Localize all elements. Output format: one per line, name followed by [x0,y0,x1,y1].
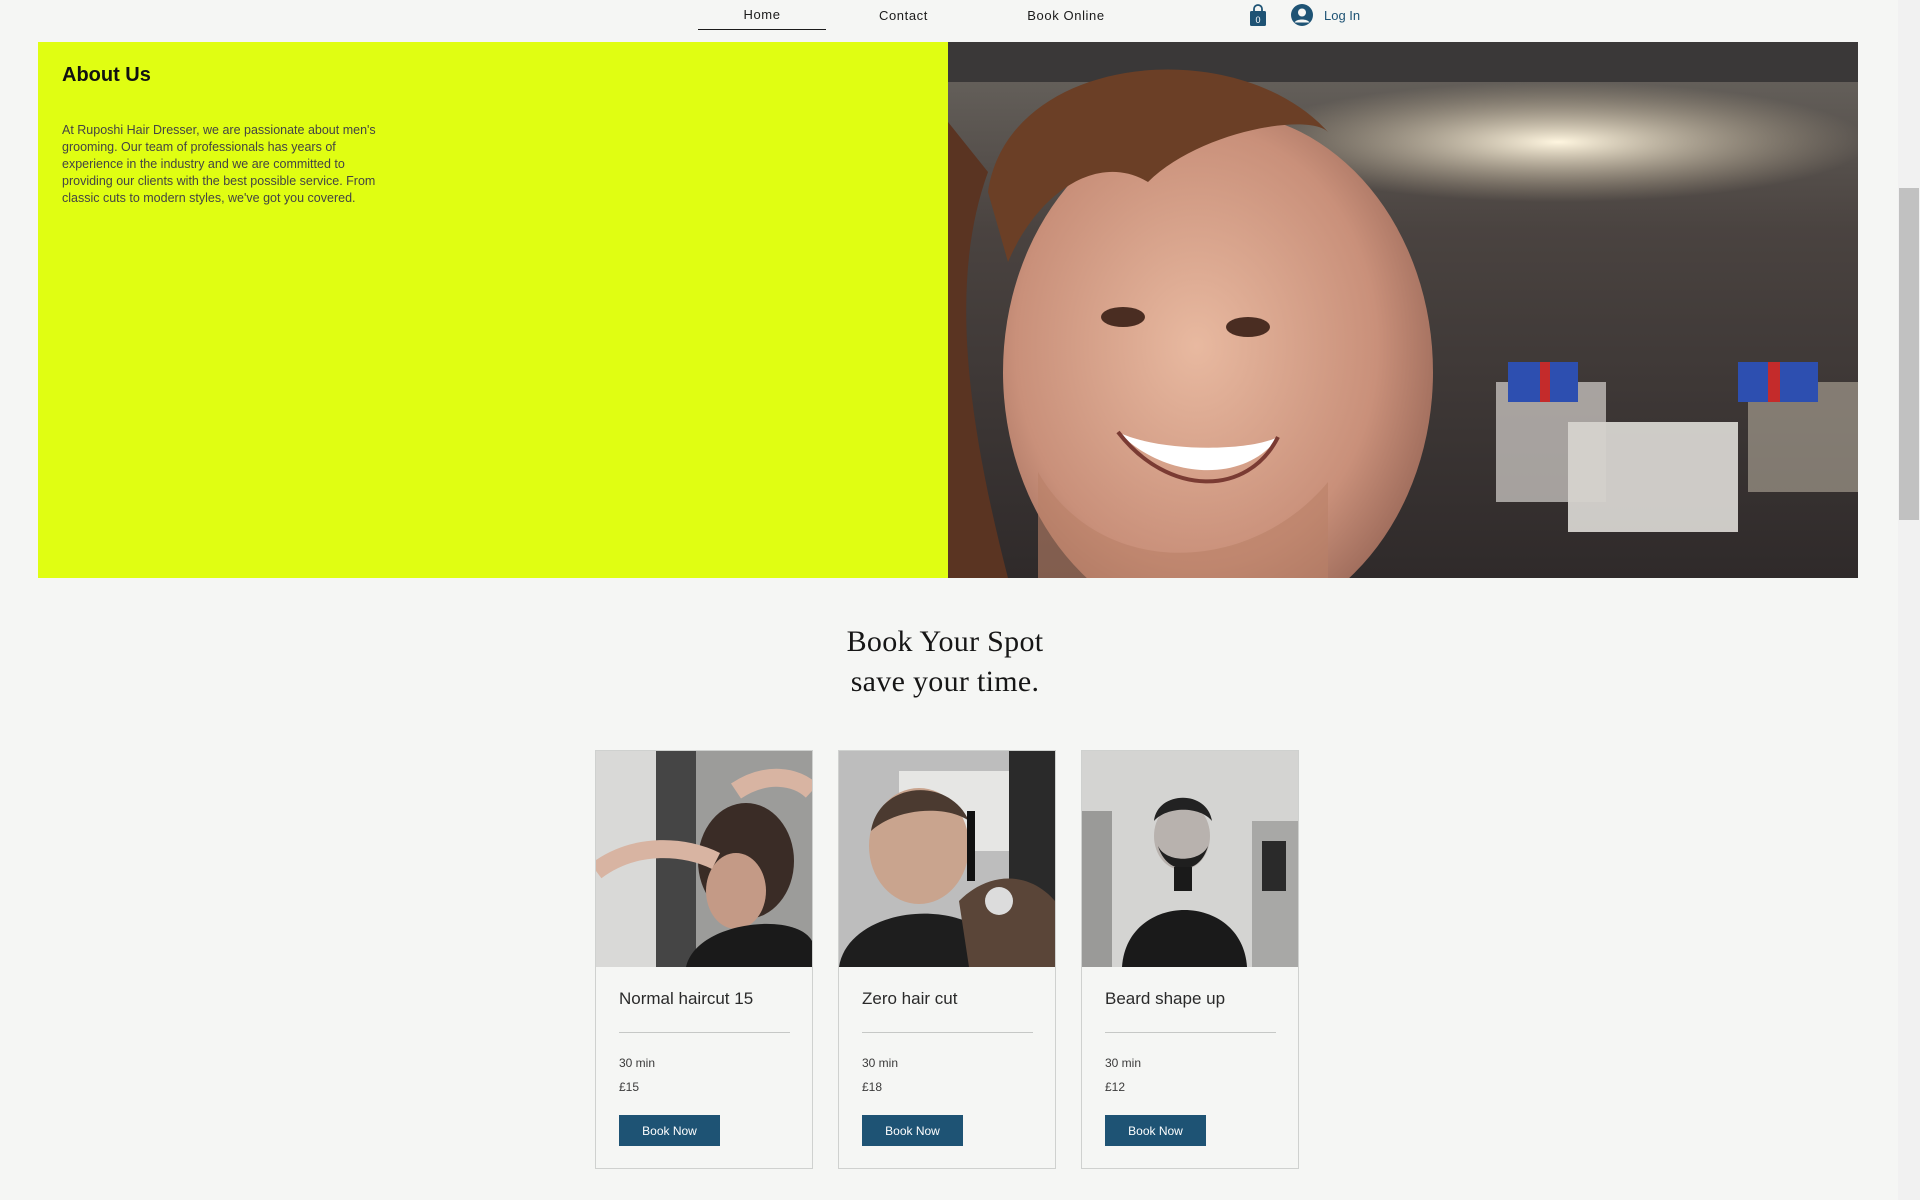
service-duration: 30 min [619,1056,656,1070]
service-photo-zero-cut [839,751,1055,967]
card-divider [1105,1032,1276,1033]
nav-home[interactable]: Home [698,0,826,30]
login-label: Log In [1324,7,1361,23]
service-duration: 30 min [862,1056,899,1070]
booking-heading-line1: Book Your Spot [846,625,1044,658]
main-nav: Home Contact Book Online [698,0,1151,34]
about-text: At Ruposhi Hair Dresser, we are passiona… [62,123,376,205]
service-photo-haircut [596,751,812,967]
about-panel: About Us At Ruposhi Hair Dresser, we are… [38,42,948,578]
site-header: Home Contact Book Online 0 Log In [0,0,1898,42]
service-title: Normal haircut 15 [619,989,754,1008]
service-price: £18 [862,1080,883,1094]
service-card: Zero hair cut 30 min £18 Book Now [838,750,1056,1169]
book-now-button[interactable]: Book Now [619,1115,720,1146]
login-button[interactable]: Log In [1290,2,1360,28]
about-title: About Us [62,64,151,86]
cart-count: 0 [1255,15,1260,25]
service-card: Normal haircut 15 30 min £15 Book Now [595,750,813,1169]
cart-button[interactable]: 0 [1248,4,1268,28]
hero-photo-smiling-man [948,42,1858,578]
shopping-bag-icon: 0 [1250,4,1266,26]
book-now-button[interactable]: Book Now [862,1115,963,1146]
user-avatar-icon [1291,4,1313,26]
service-title: Beard shape up [1105,989,1226,1008]
booking-heading-line2: save your time. [850,665,1040,698]
service-title: Zero hair cut [862,989,958,1008]
page-scrollbar[interactable] [1898,0,1920,1200]
booking-heading: Book Your Spot save your time. [760,622,1130,702]
scrollbar-thumb[interactable] [1899,188,1919,520]
nav-contact[interactable]: Contact [826,0,981,30]
service-card: Beard shape up 30 min £12 Book Now [1081,750,1299,1169]
service-photo-beard [1082,751,1298,967]
book-now-button[interactable]: Book Now [1105,1115,1206,1146]
service-duration: 30 min [1105,1056,1142,1070]
service-price: £15 [619,1080,640,1094]
card-divider [862,1032,1033,1033]
nav-book-online[interactable]: Book Online [981,0,1151,30]
service-price: £12 [1105,1080,1126,1094]
card-divider [619,1032,790,1033]
